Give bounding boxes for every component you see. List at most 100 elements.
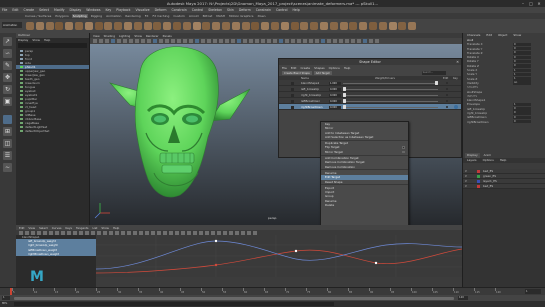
target-weight-field[interactable]: 1.000	[329, 81, 341, 85]
menu-item[interactable]: Key	[106, 8, 112, 12]
layer-color-swatch[interactable]	[477, 170, 480, 173]
viewport-tool-icon[interactable]	[243, 39, 247, 43]
key-icon[interactable]	[446, 87, 449, 91]
shelf-tool-icon[interactable]	[280, 22, 289, 30]
graph-tool-icon[interactable]	[235, 230, 239, 235]
target-weight-slider[interactable]	[343, 106, 438, 108]
target-weight-slider[interactable]	[343, 88, 438, 90]
graph-tool-icon[interactable]	[145, 230, 149, 235]
shelf-tool-icon[interactable]	[124, 22, 132, 30]
outliner-layout-icon[interactable]: ☰	[3, 151, 12, 160]
shelf-tab[interactable]: Curves / Surfaces	[24, 14, 52, 18]
menu-item[interactable]: Constrain	[256, 8, 271, 12]
layout-icon[interactable]: ◫	[3, 139, 12, 148]
viewport-tool-icon[interactable]	[291, 39, 295, 43]
viewport-menu-item[interactable]: Lighting	[119, 34, 130, 38]
graph-curves-area[interactable]	[95, 235, 463, 277]
shelf-tool-icon[interactable]	[398, 22, 407, 30]
graph-tool-icon[interactable]	[175, 230, 179, 235]
viewport-menu-item[interactable]: Panels	[163, 34, 172, 38]
graph-tool-icon[interactable]	[61, 230, 65, 235]
maximize-button[interactable]: □	[527, 1, 535, 6]
outliner-menu-show[interactable]: Show	[32, 38, 40, 42]
menu-item[interactable]: Visualize	[136, 8, 150, 12]
viewport-tool-icon[interactable]	[183, 39, 187, 43]
viewport-tool-icon[interactable]	[117, 39, 121, 43]
viewport-tool-icon[interactable]	[141, 39, 145, 43]
shelf-tool-icon[interactable]	[55, 22, 64, 30]
graph-tool-icon[interactable]	[247, 230, 251, 235]
viewport-tool-icon[interactable]	[363, 39, 367, 43]
shelf-tool-icon[interactable]	[26, 22, 34, 30]
target-weight-field[interactable]: 0.000	[329, 93, 341, 97]
graph-tool-icon[interactable]	[25, 230, 29, 235]
viewport-tool-icon[interactable]	[237, 39, 241, 43]
shape-editor-menu-item[interactable]: Options	[329, 66, 340, 70]
shelf-tool-icon[interactable]	[153, 22, 162, 30]
graph-tool-icon[interactable]	[19, 230, 23, 235]
context-menu-item[interactable]: Mirror Target	[321, 150, 408, 154]
shelf-tool-icon[interactable]	[182, 22, 191, 30]
slider-handle[interactable]	[343, 99, 346, 103]
shelf-tab[interactable]: Rigging	[90, 14, 103, 18]
shelf-tool-icon[interactable]	[114, 22, 123, 30]
shelf-tool-icon[interactable]	[251, 22, 260, 30]
shape-editor-menu-item[interactable]: Edit	[291, 66, 297, 70]
viewport-tool-icon[interactable]	[333, 39, 337, 43]
viewport-tool-icon[interactable]	[249, 39, 253, 43]
shelf-tool-icon[interactable]	[192, 22, 201, 30]
scale-tool-icon[interactable]: ▣	[3, 97, 12, 106]
menu-item[interactable]: Control	[192, 8, 204, 12]
shelf-tool-icon[interactable]	[359, 22, 368, 30]
viewport-tool-icon[interactable]	[375, 39, 379, 43]
target-weight-field[interactable]: 0.000	[329, 87, 341, 91]
shelf-tab[interactable]: Sculpting	[71, 14, 88, 18]
time-slider[interactable]: 5 10 15 20 25 30 35 40 45 50 55 60 65 70 75 80 85 90 95 100…	[0, 287, 545, 295]
viewport-tool-icon[interactable]	[201, 39, 205, 43]
viewport-tool-icon[interactable]	[273, 39, 277, 43]
layer-color-swatch[interactable]	[477, 180, 480, 183]
shelf-tool-icon[interactable]	[290, 22, 299, 30]
graph-tool-icon[interactable]	[223, 230, 227, 235]
graph-tool-icon[interactable]	[157, 230, 161, 235]
graph-tool-icon[interactable]	[199, 230, 203, 235]
menu-item[interactable]: File	[2, 8, 7, 12]
graph-menu-item[interactable]: Curves	[52, 226, 62, 230]
shelf-tool-icon[interactable]	[65, 22, 74, 30]
shelf-tool-icon[interactable]	[231, 22, 240, 30]
graph-tool-icon[interactable]	[73, 230, 77, 235]
graph-tool-icon[interactable]	[109, 230, 113, 235]
viewport-tool-icon[interactable]	[147, 39, 151, 43]
viewport-tool-icon[interactable]	[123, 39, 127, 43]
menu-item[interactable]: Control	[276, 8, 288, 12]
viewport-tool-icon[interactable]	[303, 39, 307, 43]
graph-tool-icon[interactable]	[103, 230, 107, 235]
playback-toggle[interactable]	[470, 185, 473, 188]
shelf-tool-icon[interactable]	[349, 22, 358, 30]
menu-item[interactable]: Deform	[155, 8, 167, 12]
shape-editor-titlebar[interactable]: Shape Editor ✕	[279, 59, 461, 65]
rotate-tool-icon[interactable]: ↻	[3, 85, 12, 94]
outliner-menu-display[interactable]: Display	[18, 38, 28, 42]
viewport-tool-icon[interactable]	[369, 39, 373, 43]
viewport-tool-icon[interactable]	[261, 39, 265, 43]
shelf-tab[interactable]: Bifrost	[202, 14, 214, 18]
shelf-tool-icon[interactable]	[75, 22, 83, 30]
menu-item[interactable]: Constrain	[171, 8, 186, 12]
workspace-selector[interactable]: Animation	[2, 22, 22, 28]
viewport-tool-icon[interactable]	[159, 39, 163, 43]
graph-layout-icon[interactable]: ∼	[3, 163, 12, 172]
graph-tool-icon[interactable]	[79, 230, 83, 235]
viewport-tool-icon[interactable]	[225, 39, 229, 43]
playback-toggle[interactable]	[470, 170, 473, 173]
target-weight-field[interactable]: 0.000	[329, 99, 341, 103]
shelf-tab[interactable]: MASH	[215, 14, 226, 18]
viewport-tool-icon[interactable]	[165, 39, 169, 43]
graph-menu-item[interactable]: Tangents	[76, 226, 89, 230]
shelf-tool-icon[interactable]	[94, 22, 103, 30]
graph-tool-icon[interactable]	[253, 230, 257, 235]
menu-item[interactable]: Display	[70, 8, 82, 12]
viewport-tool-icon[interactable]	[315, 39, 319, 43]
shelf-tool-icon[interactable]	[222, 22, 230, 30]
option-box-icon[interactable]	[402, 150, 405, 154]
